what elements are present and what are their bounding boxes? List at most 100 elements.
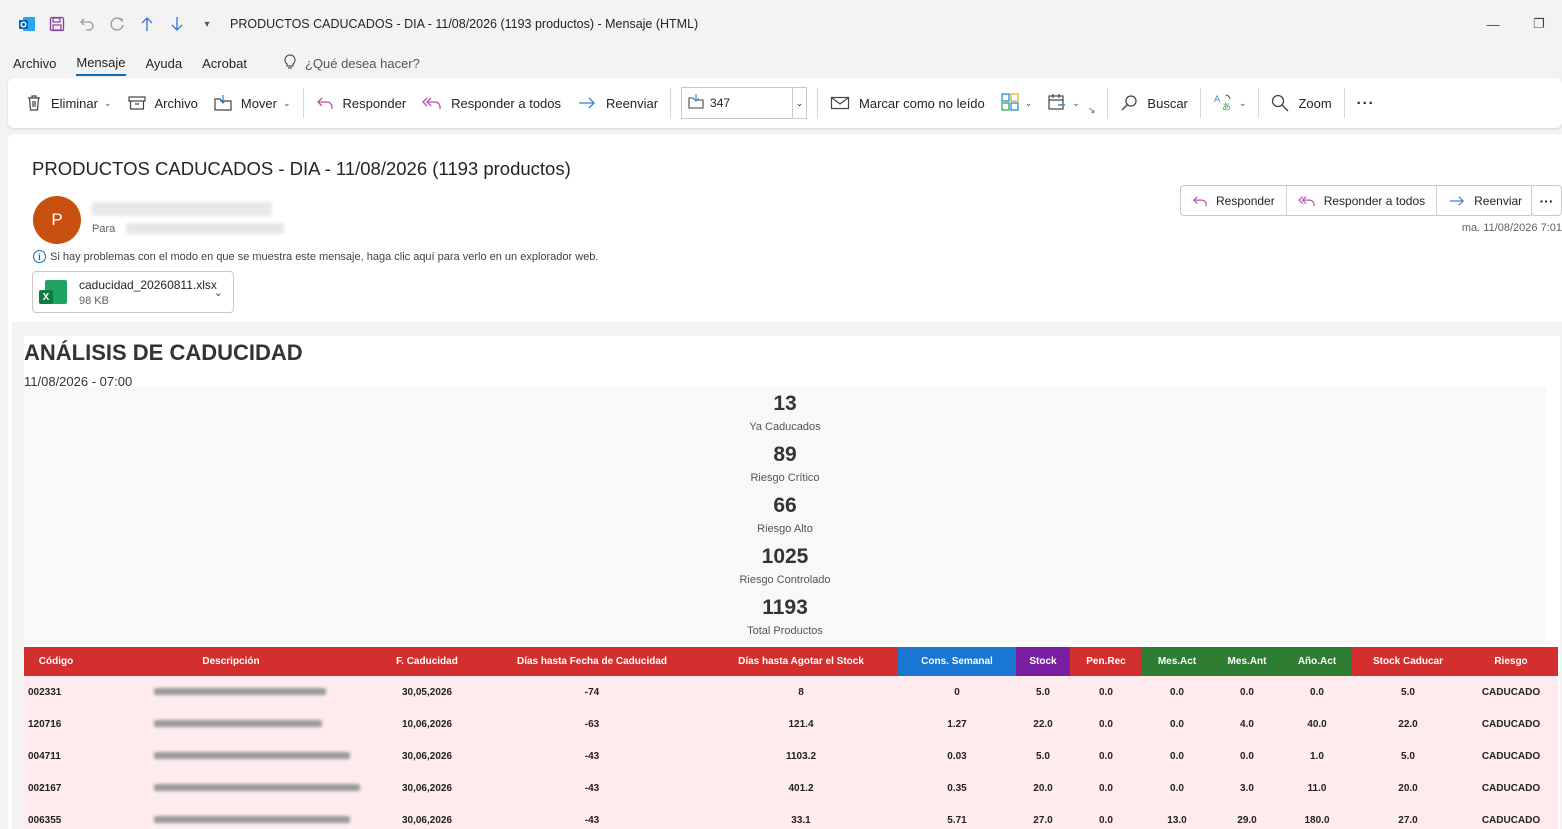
mark-unread-button[interactable]: Marcar como no leído	[822, 87, 993, 119]
more-actions-button[interactable]: ···	[1531, 185, 1562, 216]
forward-button[interactable]: Reenviar	[1437, 186, 1533, 215]
chevron-down-icon[interactable]: ⌄	[104, 98, 112, 109]
stat-card: 1193 Total Productos	[24, 591, 1546, 642]
menu-ayuda[interactable]: Ayuda	[146, 52, 183, 75]
excel-file-icon: X	[39, 278, 69, 306]
zoom-button[interactable]: Zoom	[1263, 87, 1339, 119]
menu-mensaje[interactable]: Mensaje	[76, 51, 126, 76]
follow-up-button[interactable]: ⌄	[1040, 87, 1088, 119]
folder-combo-value: 347	[710, 96, 731, 110]
attachment-card[interactable]: X caducidad_20260811.xlsx 98 KB ⌄	[32, 271, 234, 313]
menu-acrobat[interactable]: Acrobat	[202, 52, 247, 75]
chevron-down-icon[interactable]: ⌄	[283, 98, 291, 109]
col-header: Mes.Act	[1142, 647, 1212, 676]
folder-combo[interactable]: 347 ⌄	[681, 87, 808, 119]
col-header: Código	[24, 647, 88, 676]
save-icon[interactable]	[42, 0, 72, 48]
cell-month-current: 0.0	[1142, 676, 1212, 708]
reply-icon	[1192, 194, 1208, 208]
menu-archivo[interactable]: Archivo	[13, 52, 56, 75]
cell-risk: CADUCADO	[1464, 740, 1558, 772]
redo-icon[interactable]	[102, 0, 132, 48]
stat-card: 13 Ya Caducados	[24, 387, 1546, 438]
chevron-down-icon[interactable]: ⌄	[1025, 98, 1033, 109]
chevron-down-icon[interactable]: ⌄	[214, 286, 223, 299]
window-controls: — ❐	[1470, 0, 1562, 48]
table-row: 004711 30,06,2026 -43 1103.2 0.03 5.0 0.…	[24, 740, 1558, 772]
cell-description-redacted	[88, 676, 374, 708]
chevron-down-icon[interactable]: ⌄	[1239, 98, 1247, 109]
customize-toolbar-icon[interactable]: ▾	[192, 0, 222, 48]
cell-month-previous: 0.0	[1212, 676, 1282, 708]
forward-icon	[1448, 194, 1466, 208]
move-label: Mover	[240, 95, 277, 111]
chevron-down-icon[interactable]: ⌄	[792, 88, 806, 118]
move-folder-icon	[214, 94, 232, 112]
arrow-down-icon[interactable]	[162, 0, 192, 48]
cell-stock-expiring: 27.0	[1352, 804, 1464, 829]
forward-button[interactable]: Reenviar	[569, 87, 666, 119]
reply-all-button[interactable]: Responder a todos	[414, 87, 569, 119]
message-datetime: ma. 11/08/2026 7:01	[1461, 222, 1562, 234]
table-row: 120716 10,06,2026 -63 121.4 1.27 22.0 0.…	[24, 708, 1558, 740]
avatar[interactable]: P	[33, 196, 81, 244]
col-header: Cons. Semanal	[898, 647, 1016, 676]
search-icon	[1120, 94, 1138, 112]
reply-all-button[interactable]: Responder a todos	[1287, 186, 1438, 215]
reply-label: Responder	[342, 95, 407, 111]
stat-label: Riesgo Controlado	[739, 574, 831, 586]
col-header: Días hasta Agotar el Stock	[704, 647, 898, 676]
cell-month-current: 0.0	[1142, 772, 1212, 804]
cell-description-redacted	[88, 804, 374, 829]
sender-email-redacted[interactable]	[92, 202, 272, 216]
svg-text:あ: あ	[1222, 102, 1231, 111]
cell-weekly-consumption: 5.71	[898, 804, 1016, 829]
cell-month-current: 0.0	[1142, 708, 1212, 740]
arrow-up-icon[interactable]	[132, 0, 162, 48]
move-button[interactable]: Mover ⌄	[206, 87, 299, 119]
search-button[interactable]: Buscar	[1112, 87, 1195, 119]
dialog-launcher-icon[interactable]: ↘	[1088, 105, 1096, 116]
mark-unread-label: Marcar como no leído	[859, 95, 985, 111]
col-header: Riesgo	[1464, 647, 1558, 676]
categorize-button[interactable]: ⌄	[993, 87, 1041, 119]
cell-risk: CADUCADO	[1464, 804, 1558, 829]
archive-label: Archivo	[154, 95, 198, 111]
cell-year-current: 180.0	[1282, 804, 1352, 829]
recipients-redacted[interactable]	[126, 223, 284, 234]
stat-label: Riesgo Crítico	[750, 472, 820, 484]
cell-description-redacted	[88, 772, 374, 804]
translate-button[interactable]: Aあ ⌄	[1205, 87, 1255, 119]
undo-icon[interactable]	[72, 0, 102, 48]
table-row: 002331 30,05,2026 -74 8 0 5.0 0.0 0.0 0.…	[24, 676, 1558, 708]
archive-button[interactable]: Archivo	[120, 87, 206, 119]
forward-label: Reenviar	[606, 95, 659, 111]
attachment-name: caducidad_20260811.xlsx	[79, 277, 217, 292]
reply-button[interactable]: Responder	[308, 87, 415, 119]
chevron-down-icon[interactable]: ⌄	[1072, 98, 1080, 109]
more-commands-button[interactable]: ···	[1349, 87, 1383, 119]
table-row: 002167 30,06,2026 -43 401.2 0.35 20.0 0.…	[24, 772, 1558, 804]
zoom-label: Zoom	[1298, 95, 1332, 111]
stat-label: Ya Caducados	[749, 421, 821, 433]
cell-days-to-stockout: 121.4	[704, 708, 898, 740]
info-icon: i	[33, 250, 46, 263]
cell-risk: CADUCADO	[1464, 708, 1558, 740]
ribbon-divider	[1199, 88, 1201, 118]
reply-all-label: Responder a todos	[451, 95, 562, 111]
ribbon-divider	[1258, 88, 1260, 118]
title-bar: ▾ PRODUCTOS CADUCADOS - DIA - 11/08/2026…	[0, 0, 1562, 48]
col-header: Stock	[1016, 647, 1070, 676]
restore-icon[interactable]: ❐	[1516, 0, 1562, 48]
col-header: Año.Act	[1282, 647, 1352, 676]
reply-button[interactable]: Responder	[1181, 186, 1287, 215]
cell-stock-expiring: 5.0	[1352, 676, 1464, 708]
cell-month-current: 0.0	[1142, 740, 1212, 772]
delete-button[interactable]: Eliminar ⌄	[18, 87, 120, 119]
follow-up-icon	[1048, 93, 1066, 114]
delete-label: Eliminar	[51, 95, 98, 111]
minimize-icon[interactable]: —	[1470, 0, 1516, 48]
tell-me-search[interactable]: ¿Qué desea hacer?	[305, 56, 420, 71]
expiry-table: Código Descripción F. Caducidad Días has…	[24, 647, 1558, 829]
info-bar[interactable]: i Si hay problemas con el modo en que se…	[33, 250, 599, 263]
